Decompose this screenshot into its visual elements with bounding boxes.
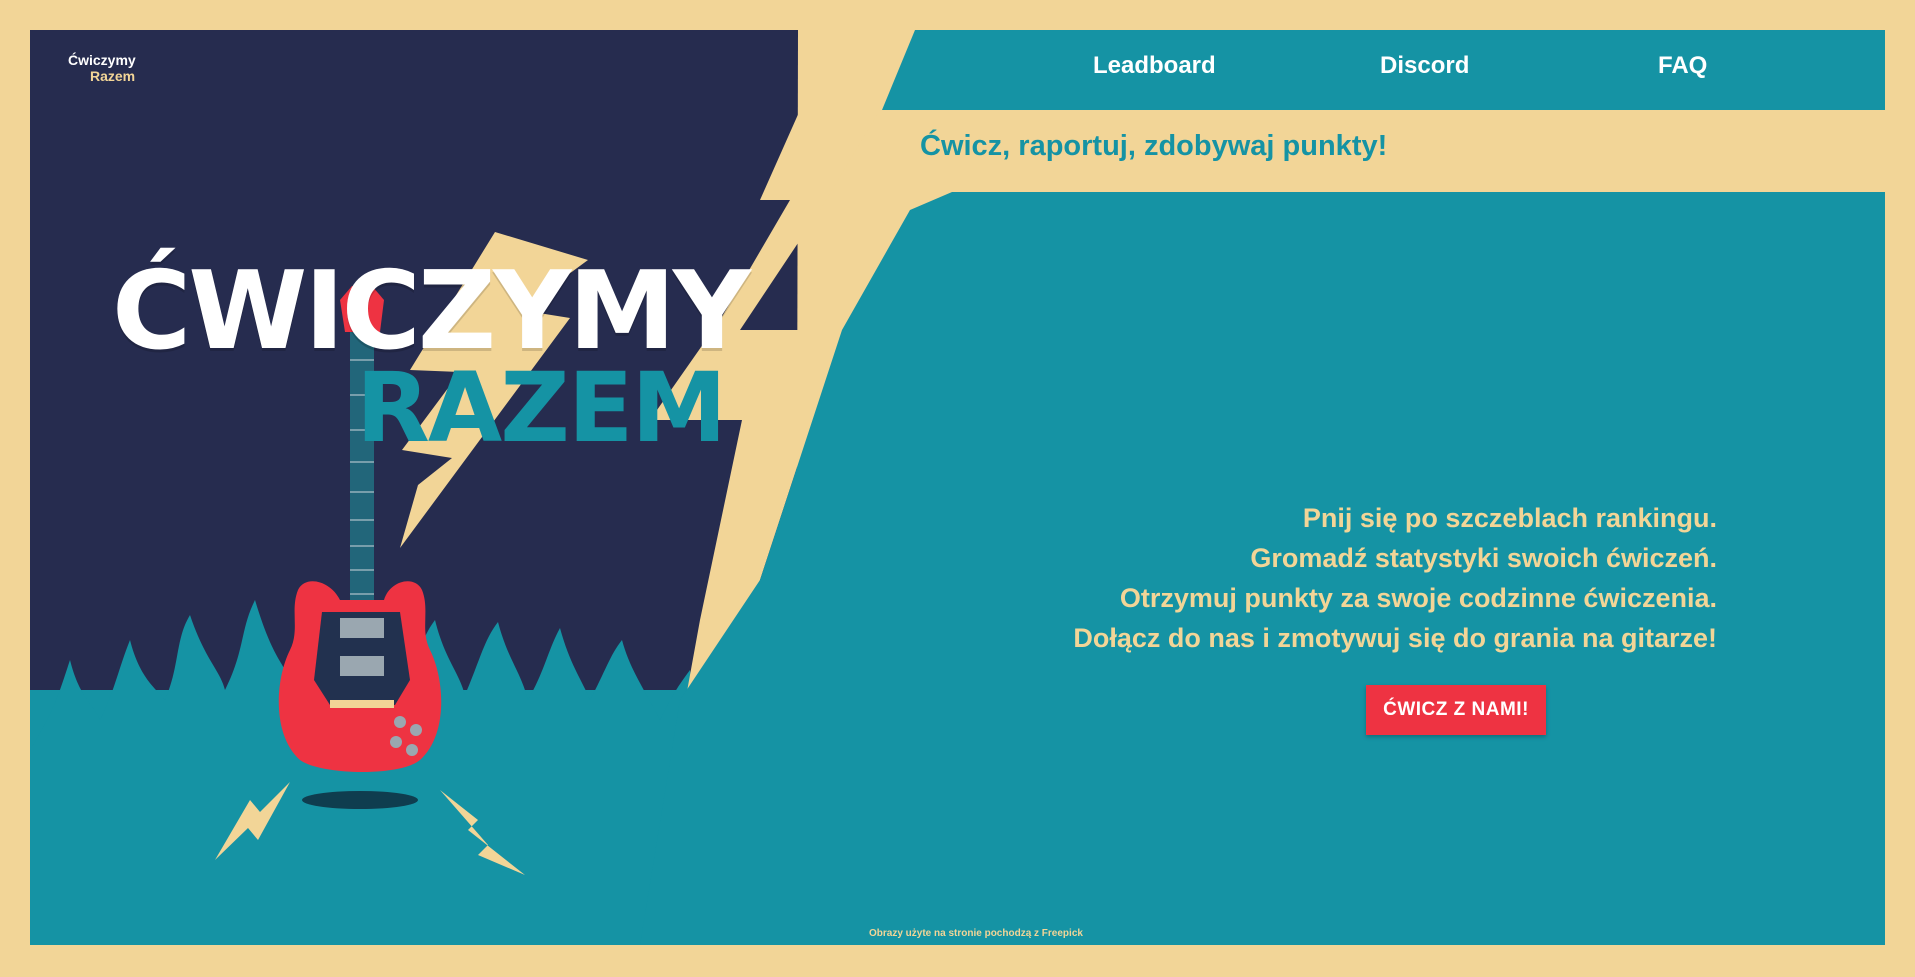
- nav-link-faq[interactable]: FAQ: [1658, 52, 1707, 80]
- hero-title: ĆWICZYMY: [112, 249, 751, 374]
- logo-line-2: Razem: [90, 68, 136, 84]
- guitar-shadow: [302, 791, 418, 809]
- guitar-knob: [390, 736, 402, 748]
- guitar-pickup: [340, 618, 384, 638]
- feature-item: Gromadź statystyki swoich ćwiczeń.: [1250, 543, 1717, 573]
- guitar-knob: [394, 716, 406, 728]
- landing-page: Ćwiczymy Razem ĆWICZYMY RAZEM Leadboard …: [0, 0, 1915, 977]
- feature-item: Otrzymuj punkty za swoje codzinne ćwicze…: [1119, 583, 1717, 613]
- nav-link-discord[interactable]: Discord: [1380, 52, 1469, 80]
- guitar-bridge: [330, 700, 394, 708]
- feature-item: Dołącz do nas i zmotywuj się do grania n…: [1073, 623, 1717, 653]
- guitar-knob: [410, 724, 422, 736]
- guitar-pickup: [340, 656, 384, 676]
- tagline: Ćwicz, raportuj, zdobywaj punkty!: [920, 130, 1388, 162]
- nav-link-leadboard[interactable]: Leadboard: [1093, 52, 1216, 80]
- logo-line-1: Ćwiczymy: [68, 52, 136, 68]
- image-credit: Obrazy użyte na stronie pochodzą z Freep…: [869, 928, 1083, 939]
- features-list: Pnij się po szczeblach rankingu. Gromadź…: [1073, 498, 1717, 658]
- hero-subtitle: RAZEM: [356, 352, 727, 464]
- guitar-knob: [406, 744, 418, 756]
- site-logo[interactable]: Ćwiczymy Razem: [68, 52, 136, 84]
- feature-item: Pnij się po szczeblach rankingu.: [1302, 503, 1717, 533]
- cta-button[interactable]: ĆWICZ Z NAMI!: [1366, 685, 1546, 735]
